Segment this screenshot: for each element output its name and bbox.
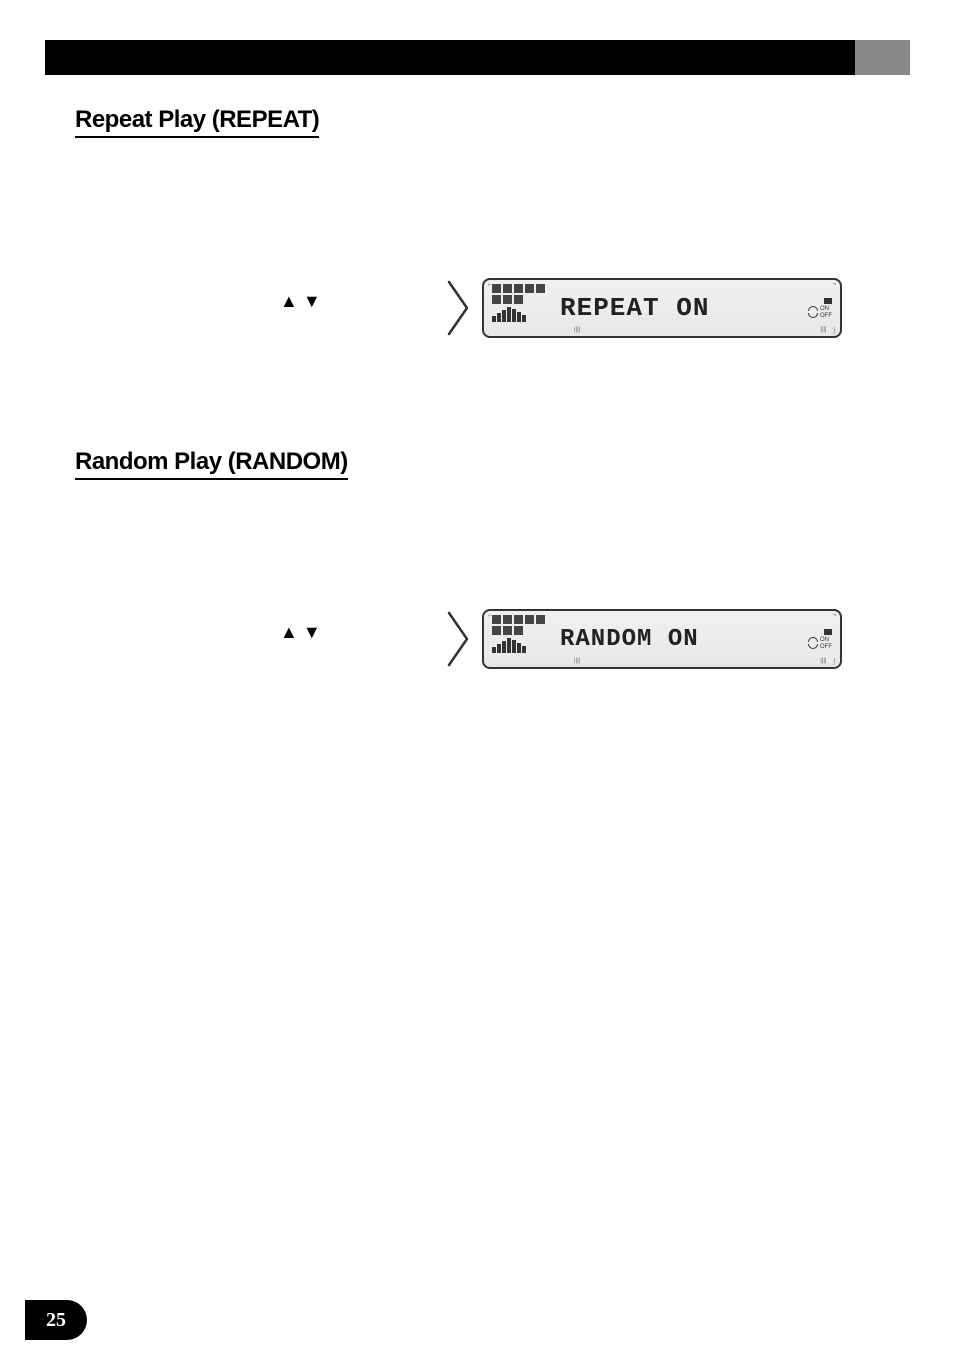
section-random: Random Play (RANDOM) [75, 448, 348, 480]
nav-arrows-repeat: ▲ ▼ [280, 291, 321, 312]
corner-mark-icon: ⌡ [832, 659, 836, 665]
indicator-icon [492, 295, 501, 304]
tick-marks-icon: |||| [574, 658, 580, 664]
off-indicator: OFF [808, 313, 832, 319]
up-down-arrows: ▲ ▼ [280, 291, 321, 311]
arc-up-icon [808, 306, 818, 311]
section-title-repeat: Repeat Play (REPEAT) [75, 106, 319, 138]
arc-up-icon [808, 637, 818, 642]
corner-mark-icon: ¬ [832, 282, 836, 288]
page-number: 25 [46, 1309, 66, 1332]
arc-down-icon [808, 644, 818, 649]
indicator-icon [503, 284, 512, 293]
lcd-status-icons [492, 615, 552, 663]
nav-arrows-random: ▲ ▼ [280, 622, 321, 643]
on-indicator: ON [808, 637, 832, 643]
lcd-display-random: ⌐ ¬ ⌡ RANDOM ON ON [482, 609, 842, 669]
corner-mark-icon: ⌐ [488, 282, 492, 288]
indicator-icon [514, 295, 523, 304]
indicator-row [492, 284, 552, 294]
header-accent [855, 40, 910, 75]
lcd-display-repeat: ⌐ ¬ ⌡ REPEAT ON ON [482, 278, 842, 338]
off-indicator: OFF [808, 644, 832, 650]
indicator-icon [514, 284, 523, 293]
lcd-bottom-marks: |||| |||| [574, 658, 826, 664]
corner-mark-icon: ⌡ [832, 328, 836, 334]
indicator-icon [525, 284, 534, 293]
indicator-icon [514, 626, 523, 635]
indicator-row [492, 626, 552, 636]
indicator-icon [492, 615, 501, 624]
indicator-icon [503, 626, 512, 635]
tick-marks-icon: |||| [820, 327, 826, 333]
equalizer-bars-icon [492, 306, 552, 322]
equalizer-bars-icon [492, 637, 552, 653]
indicator-icon [492, 626, 501, 635]
chevron-right-icon [445, 609, 473, 674]
lcd-main-text: REPEAT ON [560, 293, 788, 323]
page-number-badge: 25 [25, 1300, 87, 1340]
up-down-arrows: ▲ ▼ [280, 622, 321, 642]
lcd-main-text: RANDOM ON [560, 626, 788, 653]
tick-marks-icon: |||| [574, 327, 580, 333]
arc-down-icon [808, 313, 818, 318]
header-black-bar [45, 40, 910, 75]
section-repeat: Repeat Play (REPEAT) [75, 106, 319, 138]
mode-indicator-icon [824, 629, 832, 635]
indicator-icon [492, 284, 501, 293]
indicator-row [492, 295, 552, 305]
lcd-right-indicators: ON OFF [788, 629, 832, 650]
corner-mark-icon: ⌐ [488, 613, 492, 619]
indicator-icon [503, 295, 512, 304]
mode-indicator-icon [824, 298, 832, 304]
indicator-row [492, 615, 552, 625]
indicator-icon [525, 615, 534, 624]
indicator-icon [503, 615, 512, 624]
corner-mark-icon: ¬ [832, 613, 836, 619]
lcd-right-indicators: ON OFF [788, 298, 832, 319]
indicator-icon [536, 284, 545, 293]
on-indicator: ON [808, 306, 832, 312]
section-title-random: Random Play (RANDOM) [75, 448, 348, 480]
indicator-icon [536, 615, 545, 624]
tick-marks-icon: |||| [820, 658, 826, 664]
lcd-bottom-marks: |||| |||| [574, 327, 826, 333]
lcd-status-icons [492, 284, 552, 332]
chevron-right-icon [445, 278, 473, 343]
indicator-icon [514, 615, 523, 624]
